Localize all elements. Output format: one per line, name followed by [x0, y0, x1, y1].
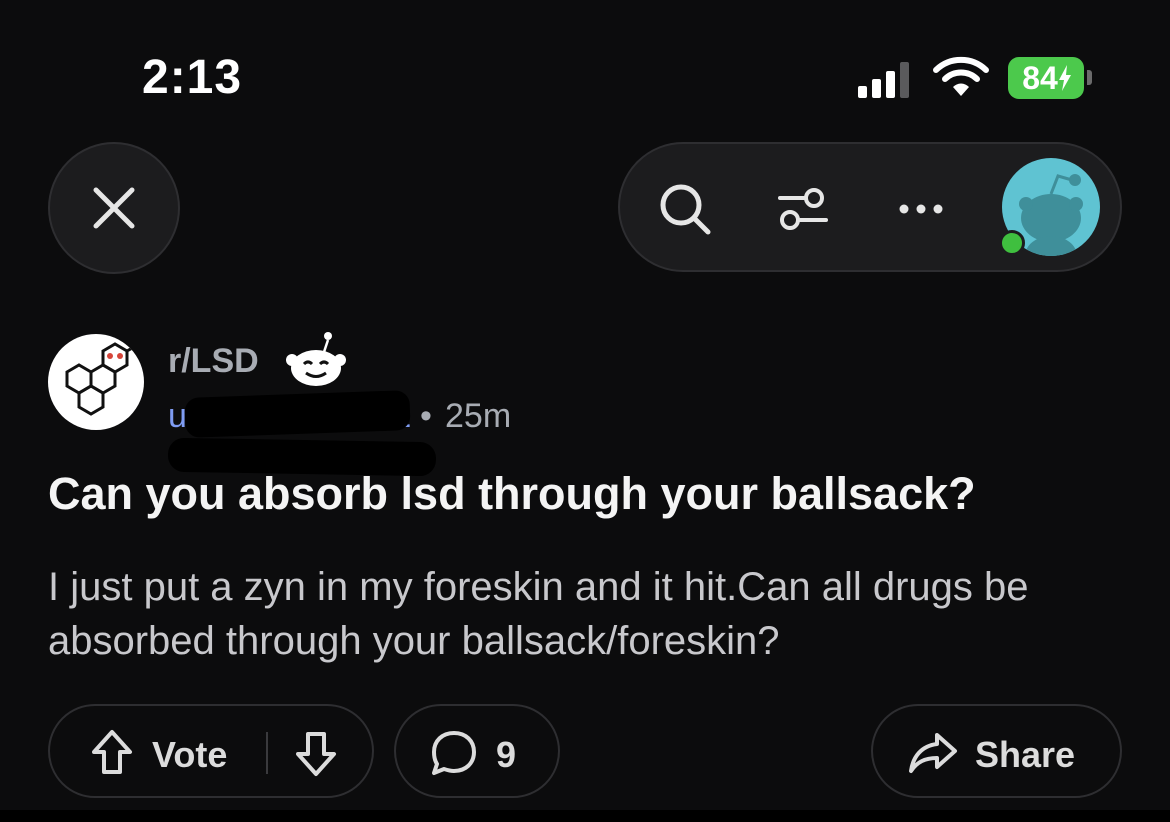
- share-label: Share: [975, 734, 1076, 775]
- comment-count: 9: [496, 734, 517, 775]
- top-toolbar: [618, 142, 1122, 272]
- online-status-dot: [999, 230, 1025, 256]
- vote-divider: [266, 732, 268, 774]
- vote-control: Vote: [48, 704, 374, 798]
- search-button[interactable]: [658, 182, 712, 236]
- meta-separator: •: [420, 397, 432, 435]
- battery-percent: 84: [1022, 59, 1058, 96]
- comment-bubble-icon: [432, 731, 476, 775]
- battery-nub: [1087, 70, 1092, 85]
- search-icon: [660, 184, 711, 235]
- subreddit-icon[interactable]: [48, 334, 144, 430]
- wifi-icon: [933, 56, 989, 96]
- downvote-arrow-icon: [296, 732, 336, 776]
- redaction-mark: [184, 390, 411, 438]
- bottom-edge: [0, 810, 1170, 822]
- vote-label: Vote: [152, 734, 228, 775]
- filter-icon: [778, 188, 828, 230]
- post-age: 25m: [445, 397, 512, 435]
- filter-button[interactable]: [776, 182, 830, 236]
- post-body: I just put a zyn in my foreskin and it h…: [48, 565, 1029, 663]
- more-horizontal-icon: [899, 204, 943, 214]
- upvote-button[interactable]: [88, 728, 136, 776]
- upvote-arrow-icon: [92, 730, 132, 774]
- snoo-badge-icon: [286, 332, 346, 386]
- charging-bolt-icon: [1058, 65, 1071, 91]
- close-button[interactable]: [48, 142, 180, 274]
- subreddit-name[interactable]: r/LSD: [168, 342, 259, 381]
- downvote-button[interactable]: [292, 730, 340, 778]
- reddit-post-screen: 2:13 84 r/LSD u/ • 25m Can you absorb ls…: [0, 0, 1170, 822]
- close-icon: [93, 187, 135, 229]
- status-time: 2:13: [142, 51, 243, 104]
- more-button[interactable]: [894, 182, 948, 236]
- battery-indicator: 84: [1008, 57, 1092, 99]
- post-title: Can you absorb lsd through your ballsack…: [48, 468, 976, 519]
- signal-bars-icon: [858, 62, 909, 98]
- molecule-icon: [65, 342, 143, 416]
- comments-button[interactable]: 9: [394, 704, 560, 798]
- share-button[interactable]: Share: [871, 704, 1122, 798]
- battery-level: 84: [1008, 57, 1084, 99]
- share-arrow-icon: [909, 733, 957, 773]
